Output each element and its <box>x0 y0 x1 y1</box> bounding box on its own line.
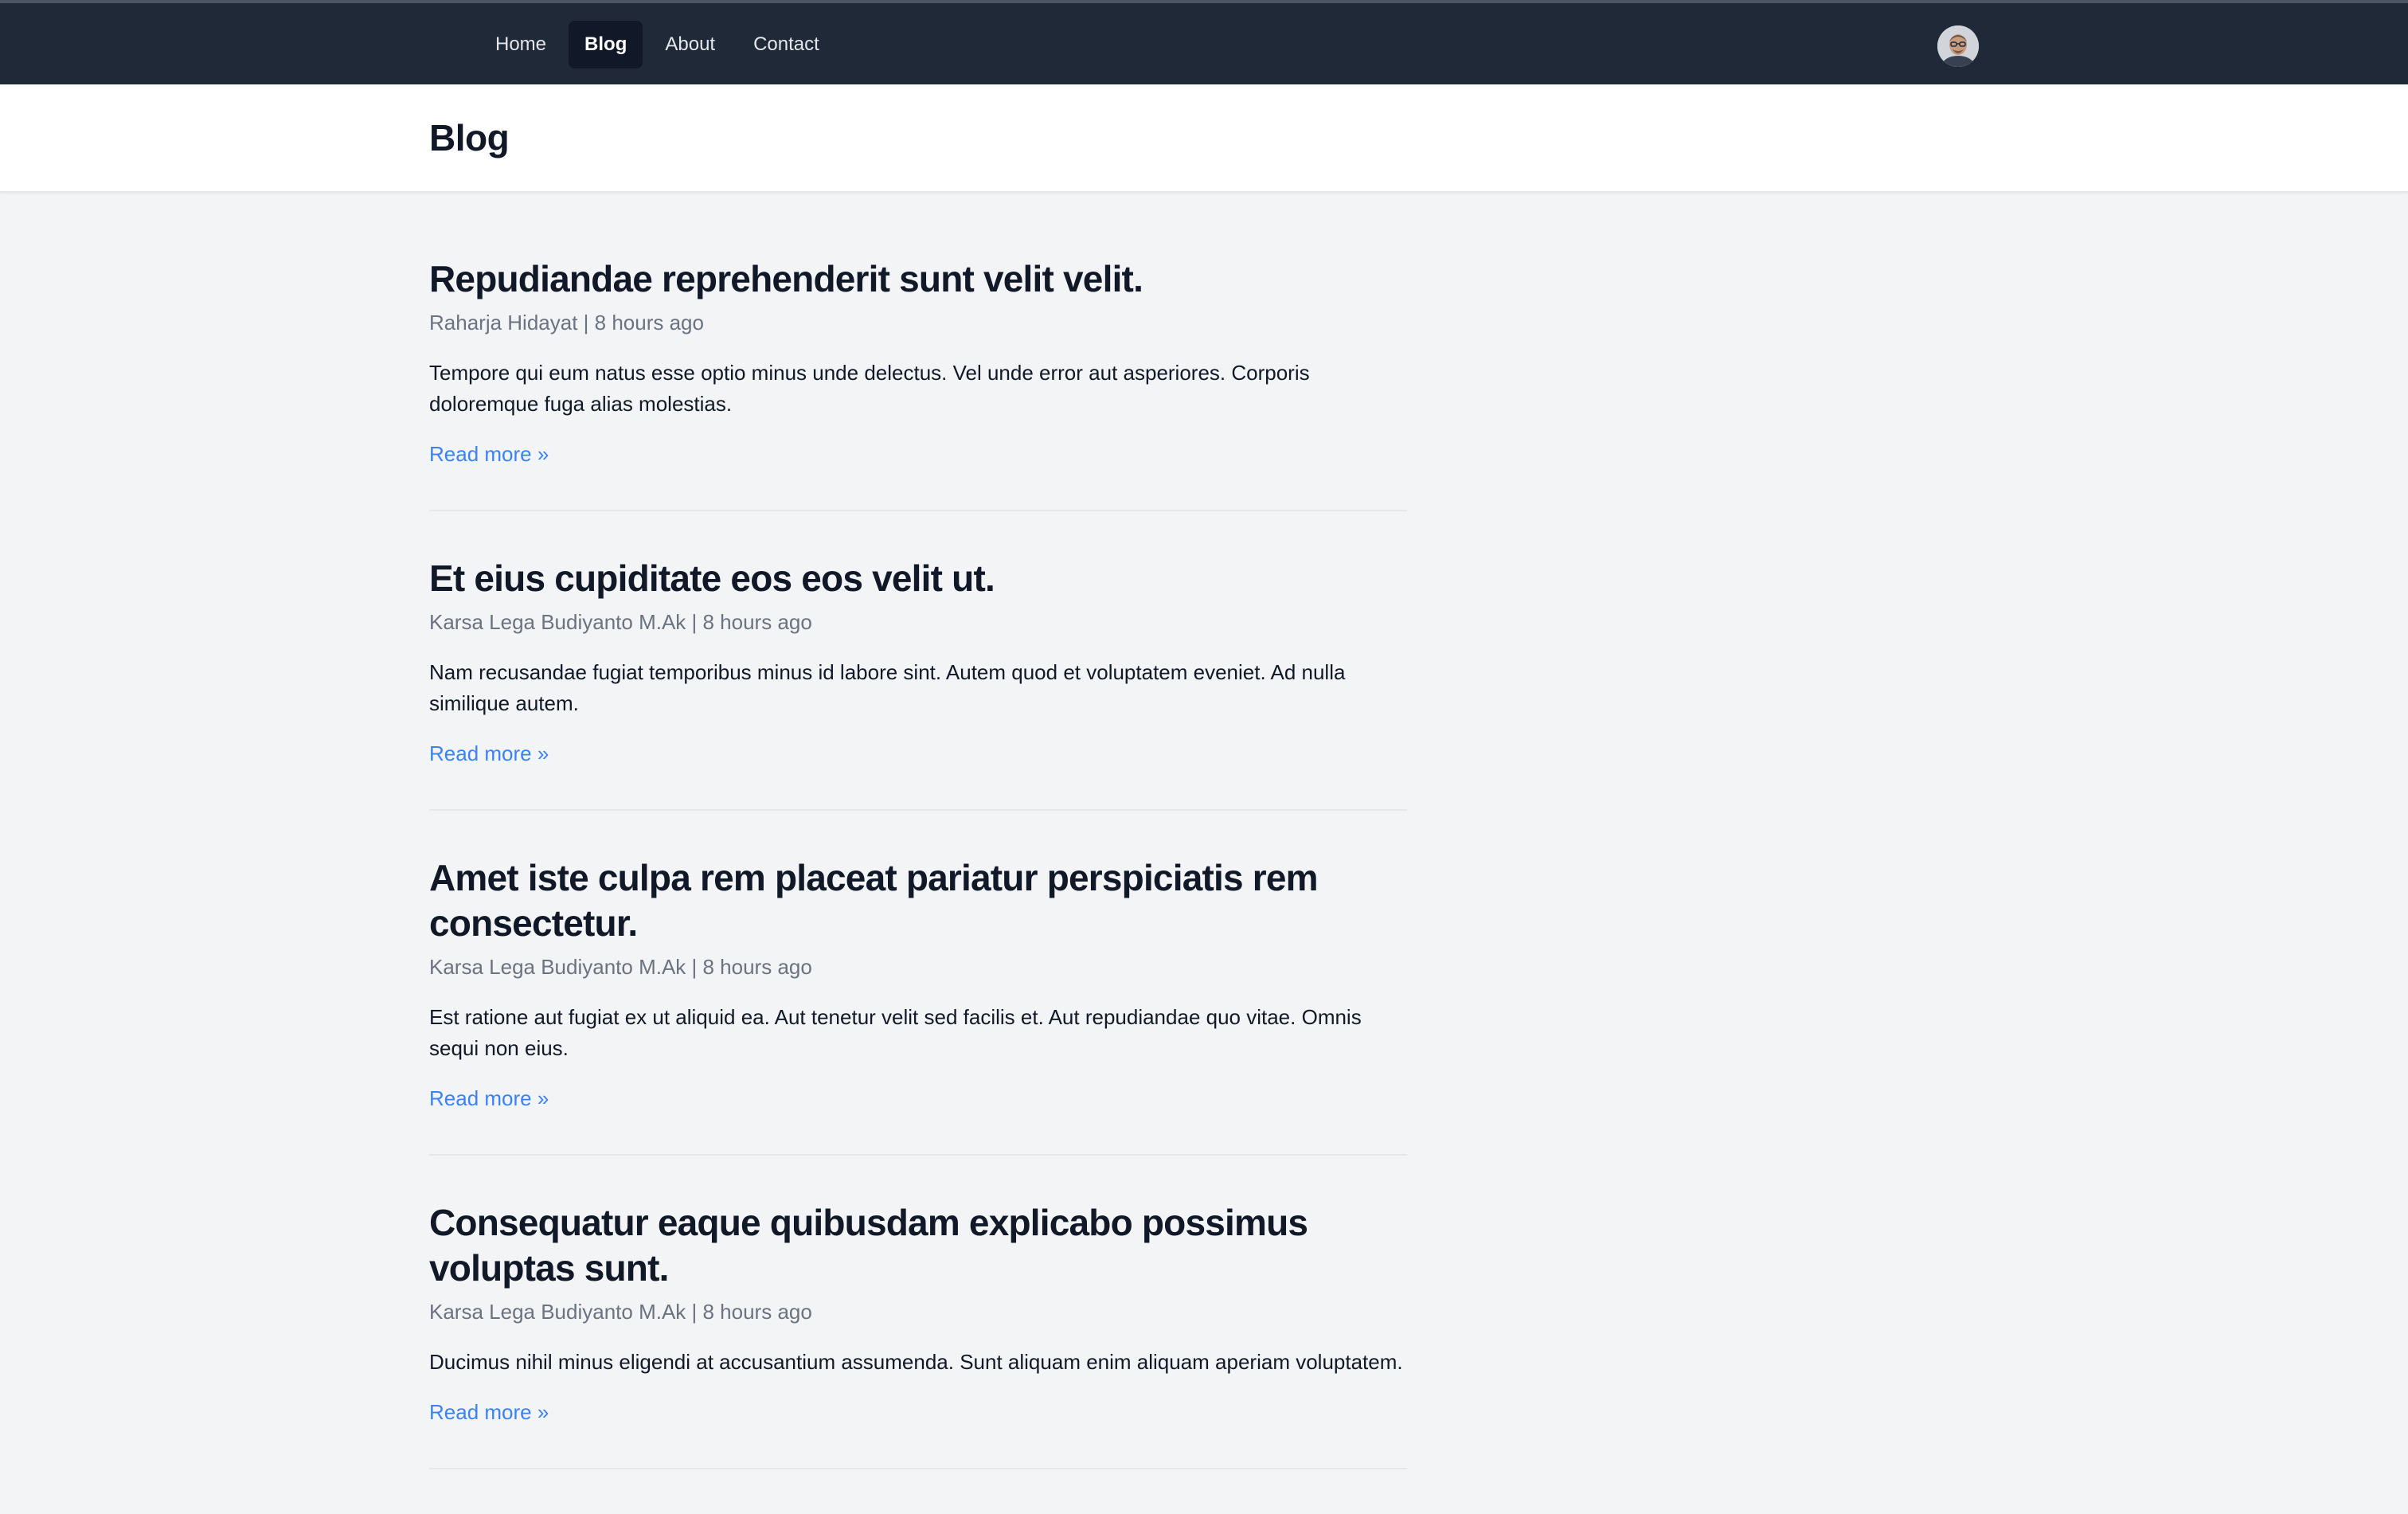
read-more-link[interactable]: Read more » <box>429 739 549 768</box>
post-title[interactable]: Repudiandae reprehenderit sunt velit vel… <box>429 256 1407 302</box>
post-item: Amet iste culpa rem placeat pariatur per… <box>429 855 1407 1156</box>
post-item: Consequatur eaque quibusdam explicabo po… <box>429 1200 1407 1469</box>
post-item: Et eius cupiditate eos eos velit ut. Kar… <box>429 556 1407 811</box>
post-title[interactable]: Amet iste culpa rem placeat pariatur per… <box>429 855 1407 946</box>
avatar-image <box>1937 25 1979 67</box>
nav-link-blog[interactable]: Blog <box>569 21 643 68</box>
nav-links: Home Blog About Contact <box>479 21 835 68</box>
nav-link-home[interactable]: Home <box>479 21 562 68</box>
post-item: Repudiandae reprehenderit sunt velit vel… <box>429 256 1407 511</box>
nav-link-about[interactable]: About <box>649 21 731 68</box>
page-header: Blog <box>0 84 2408 193</box>
page-title: Blog <box>429 117 510 158</box>
post-title[interactable]: Et eius cupiditate eos eos velit ut. <box>429 556 1407 601</box>
top-navbar: Home Blog About Contact <box>0 0 2408 84</box>
read-more-link[interactable]: Read more » <box>429 440 549 468</box>
post-meta: Karsa Lega Budiyanto M.Ak | 8 hours ago <box>429 955 812 979</box>
post-title[interactable]: Consequatur eaque quibusdam explicabo po… <box>429 1200 1407 1291</box>
user-avatar[interactable] <box>1937 25 1979 67</box>
post-meta: Raharja Hidayat | 8 hours ago <box>429 311 704 334</box>
post-meta: Karsa Lega Budiyanto M.Ak | 8 hours ago <box>429 610 812 634</box>
post-meta: Karsa Lega Budiyanto M.Ak | 8 hours ago <box>429 1300 812 1324</box>
post-excerpt: Nam recusandae fugiat temporibus minus i… <box>429 660 1346 715</box>
read-more-link[interactable]: Read more » <box>429 1398 549 1426</box>
post-list: Repudiandae reprehenderit sunt velit vel… <box>429 256 1407 1514</box>
nav-link-contact[interactable]: Contact <box>737 21 835 68</box>
post-excerpt: Tempore qui eum natus esse optio minus u… <box>429 361 1310 416</box>
post-excerpt: Est ratione aut fugiat ex ut aliquid ea.… <box>429 1005 1362 1060</box>
read-more-link[interactable]: Read more » <box>429 1084 549 1113</box>
post-excerpt: Ducimus nihil minus eligendi at accusant… <box>429 1350 1403 1374</box>
